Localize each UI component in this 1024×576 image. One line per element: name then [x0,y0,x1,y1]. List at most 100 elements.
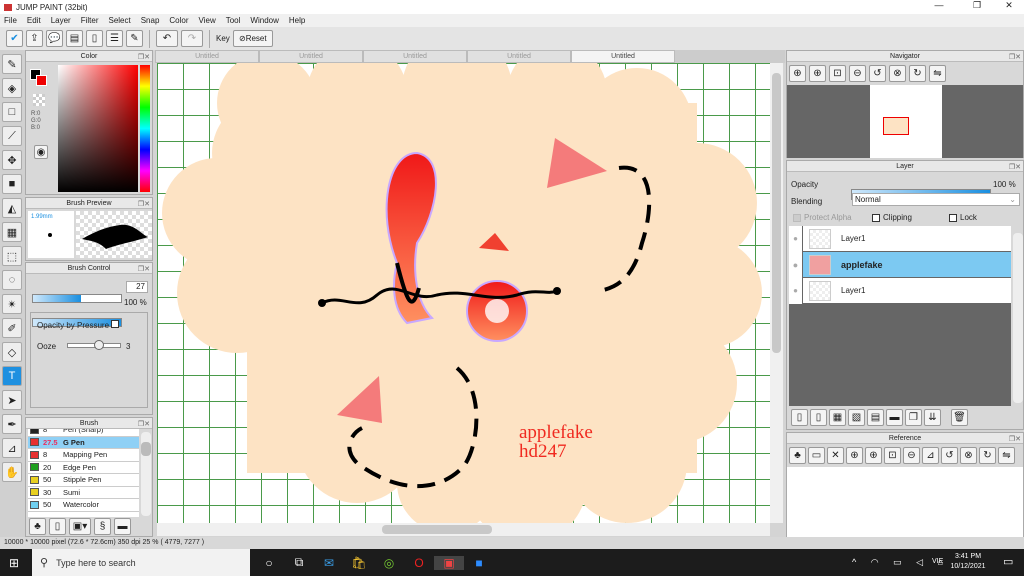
pen-tool-icon[interactable]: ✒ [2,414,22,434]
select-eraser-icon[interactable]: ◇ [2,342,22,362]
bucket-icon[interactable]: ◭ [2,198,22,218]
jump-paint-icon[interactable]: ▣ [434,555,464,570]
fill-rect-icon[interactable]: ■ [2,174,22,194]
zoom-in-icon[interactable]: ⊕ [809,65,826,82]
layer-scrollbar[interactable] [1013,233,1023,403]
new-layer-icon[interactable]: ▯ [791,409,808,426]
message-icon[interactable]: ▤ [66,30,83,47]
list-icon[interactable]: ☰ [106,30,123,47]
ref-open-icon[interactable]: ▭ [808,447,825,464]
menu-view[interactable]: View [199,16,216,25]
brush-tree-icon[interactable]: ♣ [29,518,46,535]
brush-item[interactable]: 50 Watercolor [28,499,139,512]
layer-row[interactable]: ● Layer1 [789,277,1011,304]
tab-untitled-5[interactable]: Untitled [571,50,675,63]
new-fill-icon[interactable]: ▤ [867,409,884,426]
new-brush-icon[interactable]: ▯ [49,518,66,535]
folder-icon[interactable]: ▬ [114,518,131,535]
ref-rotate-left-icon[interactable]: ↺ [941,447,958,464]
brush-size-input[interactable]: 27 [126,281,148,293]
menu-select[interactable]: Select [108,16,130,25]
brush-item[interactable]: 50 Stipple Pen [28,474,139,487]
move-tool-icon[interactable]: ✥ [2,150,22,170]
rotate-left-icon[interactable]: ↺ [869,65,886,82]
transparent-color[interactable] [33,94,45,106]
close-icon[interactable]: ❐✕ [138,199,150,210]
flip-icon[interactable]: ⇋ [929,65,946,82]
rotate-reset-icon[interactable]: ⊗ [889,65,906,82]
close-icon[interactable]: ❐✕ [138,419,150,430]
select-move-icon[interactable]: ➤ [2,390,22,410]
redo-icon[interactable]: ↷ [181,30,203,47]
menu-window[interactable]: Window [250,16,278,25]
store-icon[interactable]: 🛍 [344,556,374,570]
share-icon[interactable]: ⇪ [26,30,43,47]
eraser-tool-icon[interactable]: ◈ [2,78,22,98]
brush-menu-icon[interactable]: ▣▾ [69,518,91,535]
menu-color[interactable]: Color [169,16,188,25]
visibility-icon[interactable]: ● [789,277,803,304]
menu-layer[interactable]: Layer [51,16,71,25]
close-icon[interactable]: ❐✕ [1009,52,1021,63]
magic-wand-icon[interactable]: ✴ [2,294,22,314]
lock-checkbox[interactable] [949,213,957,222]
ref-flip-icon[interactable]: ⇋ [998,447,1015,464]
new-tone-icon[interactable]: ▦ [829,409,846,426]
clock[interactable]: 3:41 PM 10/12/2021 [950,552,986,572]
brush-item[interactable]: 30 Sumi [28,486,139,499]
edit-list-icon[interactable]: ✎ [126,30,143,47]
ref-zoom-in-icon[interactable]: ⊕ [865,447,882,464]
color-picker-square[interactable] [58,65,138,192]
navigator-view[interactable] [787,85,1023,158]
minimize-button[interactable]: — [924,0,954,10]
ref-rotate-reset-icon[interactable]: ⊗ [960,447,977,464]
taskbar-search[interactable]: ⚲ Type here to search [32,549,250,576]
menu-tool[interactable]: Tool [226,16,241,25]
notification-icon[interactable]: ▭ [1003,555,1013,568]
ref-eyedropper-icon[interactable]: ⊿ [922,447,939,464]
task-view-icon[interactable]: ⧉ [284,555,314,570]
tab-untitled-3[interactable]: Untitled [363,50,467,63]
tab-untitled-1[interactable]: Untitled [155,50,259,63]
hue-slider[interactable] [140,65,150,192]
ref-close-icon[interactable]: ✕ [827,447,844,464]
undo-icon[interactable]: ↶ [156,30,178,47]
brush-settings-icon[interactable]: § [94,518,111,535]
background-color[interactable] [36,75,47,86]
clipping-checkbox[interactable] [872,213,880,222]
visibility-icon[interactable]: ● [789,251,803,278]
rotate-right-icon[interactable]: ↻ [909,65,926,82]
new-folder-icon[interactable]: ▬ [886,409,903,426]
ooze-slider[interactable] [67,340,121,350]
menu-snap[interactable]: Snap [141,16,160,25]
vertical-scrollbar[interactable] [770,63,783,523]
lasso-icon[interactable]: ◌ [2,270,22,290]
layer-row[interactable]: ● applefake [789,251,1011,278]
browser-icon[interactable]: ◎ [374,556,404,570]
ooze-slider-handle[interactable] [94,340,105,350]
zoom-app-icon[interactable]: ■ [464,556,494,570]
duplicate-layer-icon[interactable]: ❐ [905,409,922,426]
ref-actual-icon[interactable]: ⊡ [884,447,901,464]
close-icon[interactable]: ❐✕ [138,264,150,275]
zoom-fit-icon[interactable]: ⊕ [789,65,806,82]
menu-file[interactable]: File [4,16,17,25]
rectangle-tool-icon[interactable]: □ [2,102,22,122]
brush-item[interactable]: 8 Pen (Sharp) [28,429,139,437]
zoom-out-icon[interactable]: ⊖ [849,65,866,82]
language-indicator[interactable]: VIE [932,558,943,565]
visibility-icon[interactable]: ● [789,225,803,252]
ref-tree-icon[interactable]: ♣ [789,447,806,464]
brush-item[interactable]: 27.5 G Pen [28,436,139,449]
comment-icon[interactable]: 💬 [46,30,63,47]
hand-icon[interactable]: ✋ [2,462,22,482]
brush-item[interactable]: 20 Edge Pen [28,461,139,474]
ref-fit-icon[interactable]: ⊕ [846,447,863,464]
tab-untitled-4[interactable]: Untitled [467,50,571,63]
close-icon[interactable]: ❐✕ [138,52,150,63]
line-tool-icon[interactable]: ⟋ [2,126,22,146]
close-button[interactable]: ✕ [994,0,1024,11]
layer-row[interactable]: ● Layer1 [789,225,1011,252]
text-tool-icon[interactable]: T [2,366,22,386]
delete-layer-icon[interactable]: 🗑 [951,409,968,426]
